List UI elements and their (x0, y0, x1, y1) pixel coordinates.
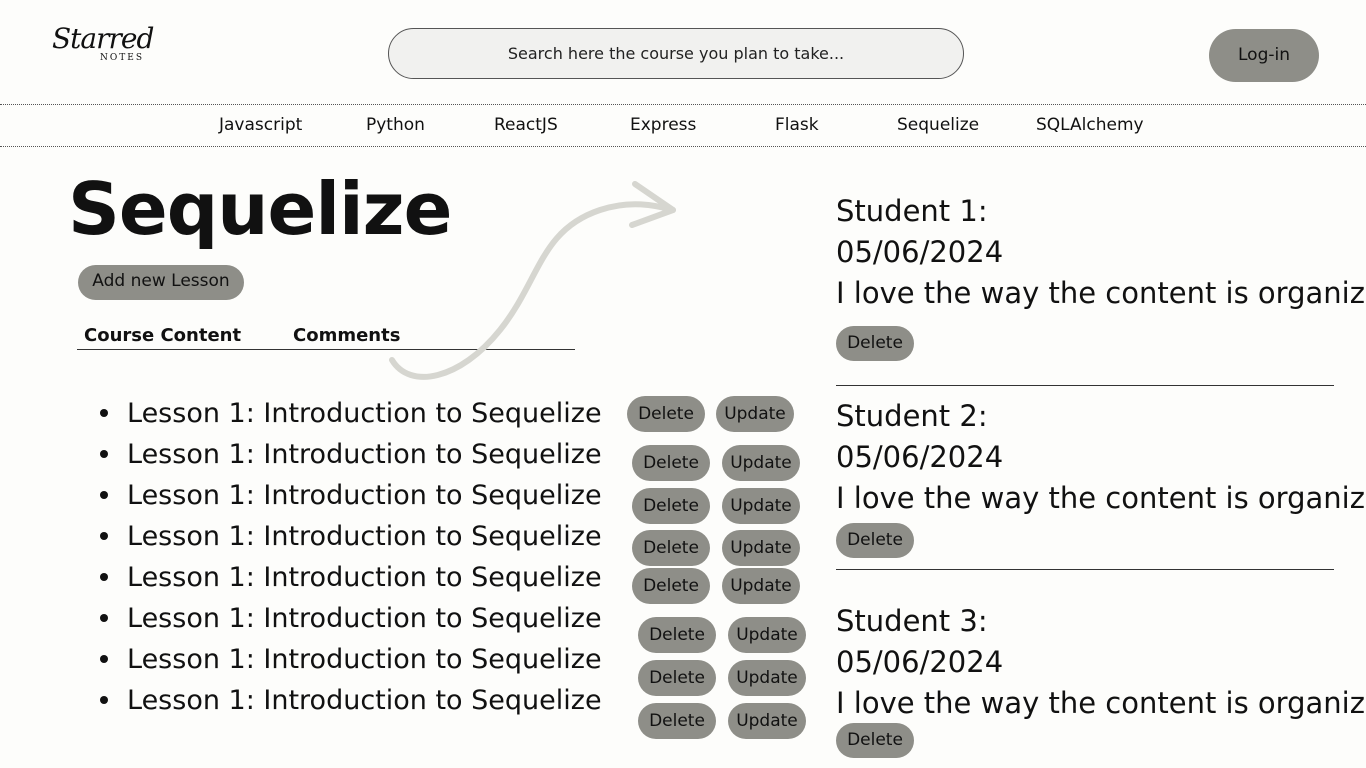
bullet-icon (100, 449, 108, 458)
lesson-update-button[interactable]: Update (722, 445, 800, 481)
comment-delete-button[interactable]: Delete (836, 523, 914, 558)
comment-delete-button[interactable]: Delete (836, 326, 914, 361)
lesson-title: Lesson 1: Introduction to Sequelize (127, 480, 602, 511)
bullet-icon (100, 613, 108, 622)
lesson-title: Lesson 1: Introduction to Sequelize (127, 603, 602, 634)
lesson-delete-button[interactable]: Delete (638, 660, 716, 696)
comment-divider (836, 385, 1334, 386)
comment-date: 05/06/2024 (836, 440, 1004, 474)
lesson-item: Lesson 1: Introduction to Sequelize (100, 520, 602, 554)
lesson-item: Lesson 1: Introduction to Sequelize (100, 438, 602, 472)
course-nav: Javascript Python ReactJS Express Flask … (0, 104, 1366, 147)
lesson-update-button[interactable]: Update (728, 617, 806, 653)
lesson-update-button[interactable]: Update (722, 488, 800, 524)
lesson-update-button[interactable]: Update (722, 568, 800, 604)
curved-arrow-icon (389, 181, 676, 380)
lesson-update-button[interactable]: Update (722, 530, 800, 566)
bullet-icon (100, 408, 108, 417)
comment-delete-button[interactable]: Delete (836, 723, 914, 758)
lesson-update-button[interactable]: Update (716, 396, 794, 432)
comment-date: 05/06/2024 (836, 235, 1004, 269)
lesson-update-button[interactable]: Update (728, 660, 806, 696)
bullet-icon (100, 531, 108, 540)
comment-text: I love the way the content is organized (836, 686, 1366, 720)
lesson-delete-button[interactable]: Delete (638, 617, 716, 653)
bullet-icon (100, 654, 108, 663)
tab-course-content[interactable]: Course Content (84, 325, 241, 346)
lesson-title: Lesson 1: Introduction to Sequelize (127, 439, 602, 470)
lesson-title: Lesson 1: Introduction to Sequelize (127, 562, 602, 593)
bullet-icon (100, 695, 108, 704)
nav-item-flask[interactable]: Flask (775, 115, 819, 135)
nav-item-sequelize[interactable]: Sequelize (897, 115, 979, 135)
comment-author: Student 2: (836, 399, 988, 433)
nav-item-javascript[interactable]: Javascript (219, 115, 302, 135)
lesson-delete-button[interactable]: Delete (632, 530, 710, 566)
comment-author: Student 3: (836, 604, 988, 638)
nav-item-reactjs[interactable]: ReactJS (494, 115, 558, 135)
lesson-title: Lesson 1: Introduction to Sequelize (127, 521, 602, 552)
lesson-delete-button[interactable]: Delete (632, 445, 710, 481)
lesson-update-button[interactable]: Update (728, 703, 806, 739)
lesson-item: Lesson 1: Introduction to Sequelize (100, 684, 602, 718)
bullet-icon (100, 572, 108, 581)
comment-date: 05/06/2024 (836, 645, 1004, 679)
lesson-delete-button[interactable]: Delete (632, 568, 710, 604)
logo-subtitle: NOTES (100, 53, 144, 63)
login-button[interactable]: Log-in (1209, 29, 1319, 82)
lesson-delete-button[interactable]: Delete (632, 488, 710, 524)
logo[interactable]: Starred NOTES (52, 22, 154, 66)
lesson-title: Lesson 1: Introduction to Sequelize (127, 644, 602, 675)
add-lesson-button[interactable]: Add new Lesson (78, 265, 244, 300)
nav-item-express[interactable]: Express (630, 115, 696, 135)
lesson-title: Lesson 1: Introduction to Sequelize (127, 685, 602, 716)
lesson-delete-button[interactable]: Delete (627, 396, 705, 432)
logo-script: Starred (52, 22, 154, 55)
nav-item-python[interactable]: Python (366, 115, 425, 135)
search-input[interactable]: Search here the course you plan to take.… (388, 28, 964, 79)
comment-divider (836, 569, 1334, 570)
comment-author: Student 1: (836, 194, 988, 228)
nav-item-sqlalchemy[interactable]: SQLAlchemy (1036, 115, 1144, 135)
lesson-item: Lesson 1: Introduction to Sequelize (100, 479, 602, 513)
comment-text: I love the way the content is organized (836, 276, 1366, 310)
lesson-item: Lesson 1: Introduction to Sequelize (100, 602, 602, 636)
lesson-delete-button[interactable]: Delete (638, 703, 716, 739)
comment-text: I love the way the content is organized (836, 481, 1366, 515)
lesson-title: Lesson 1: Introduction to Sequelize (127, 398, 602, 429)
lesson-item: Lesson 1: Introduction to Sequelize (100, 561, 602, 595)
lesson-item: Lesson 1: Introduction to Sequelize (100, 643, 602, 677)
bullet-icon (100, 490, 108, 499)
lesson-item: Lesson 1: Introduction to Sequelize (100, 397, 602, 431)
